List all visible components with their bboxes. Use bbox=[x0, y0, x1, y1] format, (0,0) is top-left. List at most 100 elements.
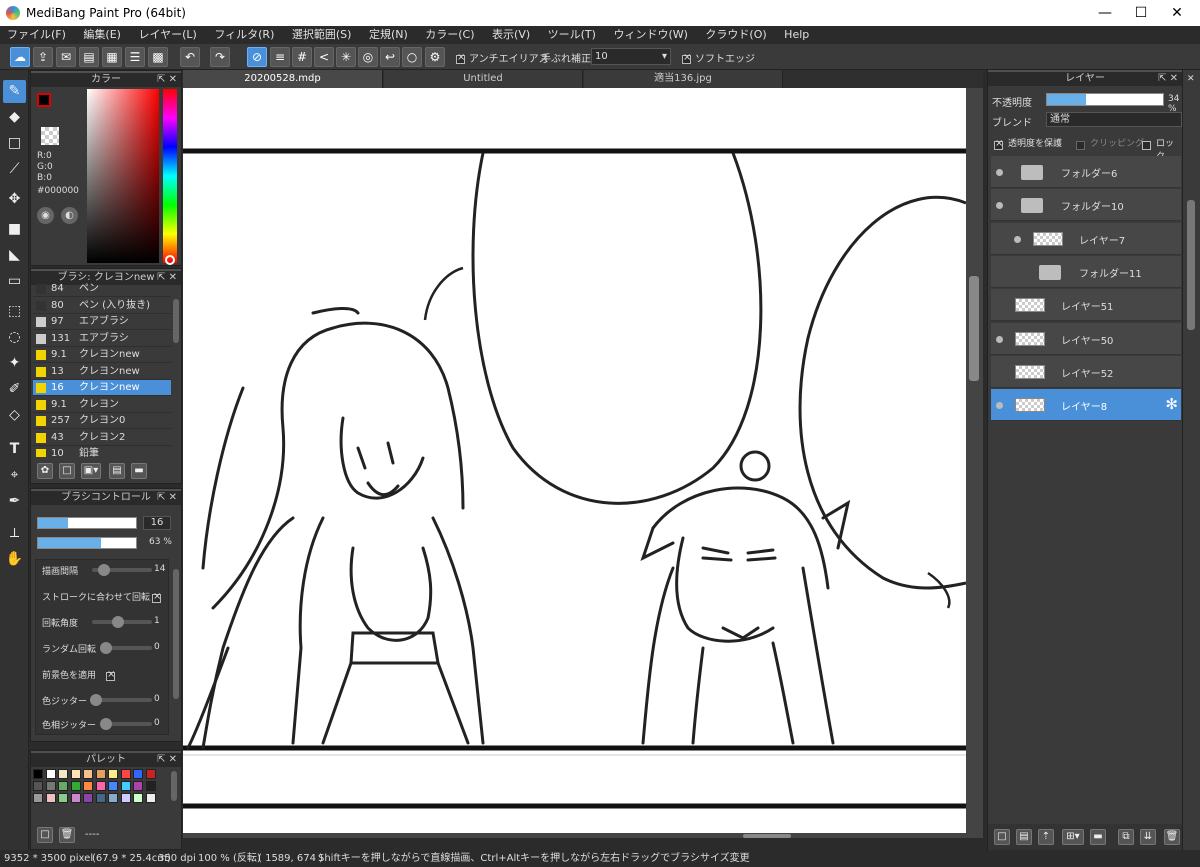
menu-select[interactable]: 選択範囲(S) bbox=[285, 26, 359, 44]
palette-swatch[interactable] bbox=[83, 769, 93, 779]
brush-item[interactable]: 10 鉛筆 bbox=[33, 446, 171, 457]
color-sv-picker[interactable] bbox=[87, 89, 159, 263]
color-settings-icon[interactable]: ◐ bbox=[61, 207, 78, 224]
layer-row[interactable]: レイヤー52 bbox=[991, 355, 1181, 388]
visibility-eye-icon[interactable] bbox=[1014, 235, 1021, 243]
hand-tool-icon[interactable]: ✋ bbox=[3, 548, 26, 571]
brush-size-value[interactable]: 16 bbox=[143, 516, 171, 530]
new-folder-icon[interactable]: ▬ bbox=[1090, 829, 1106, 845]
tab-document-1[interactable]: 20200528.mdp bbox=[183, 70, 383, 88]
palette-swatch[interactable] bbox=[133, 793, 143, 803]
lock-checkbox[interactable] bbox=[1142, 138, 1151, 151]
brush-scrollbar[interactable] bbox=[173, 299, 179, 343]
palette-swatch[interactable] bbox=[70, 781, 81, 791]
text-tool-icon[interactable]: T bbox=[3, 438, 26, 461]
visibility-eye-icon[interactable] bbox=[996, 402, 1003, 410]
palette-delete-icon[interactable]: 🗑 bbox=[59, 827, 75, 843]
move-tool-icon[interactable]: ✥ bbox=[3, 188, 26, 211]
layer-add-menu-icon[interactable]: ⊞▾ bbox=[1062, 829, 1084, 845]
menu-edit[interactable]: 編集(E) bbox=[76, 26, 128, 44]
brush-item[interactable]: 97 エアブラシ bbox=[33, 314, 171, 330]
palette-swatch[interactable] bbox=[83, 781, 93, 791]
vertical-scrollbar-thumb[interactable] bbox=[969, 276, 979, 381]
brush-item[interactable]: 80 ペン (入り抜き) bbox=[33, 298, 171, 314]
hue-slider[interactable] bbox=[163, 89, 177, 263]
palette-swatch[interactable] bbox=[133, 781, 143, 791]
concentric-snap-icon[interactable]: ◎ bbox=[358, 47, 378, 67]
select-pen-icon[interactable]: ✐ bbox=[3, 378, 26, 401]
fg-color-checkbox[interactable] bbox=[106, 669, 115, 682]
snap-settings-icon[interactable]: ⚙ bbox=[425, 47, 445, 67]
palette-swatch[interactable] bbox=[145, 769, 156, 779]
brush-opacity-bar[interactable] bbox=[37, 537, 137, 549]
brush-item[interactable]: 9.1 クレヨンnew bbox=[33, 347, 171, 363]
layer-folder-row[interactable]: フォルダー10 bbox=[991, 189, 1181, 222]
drawing-canvas[interactable] bbox=[183, 88, 983, 838]
eraser-tool-icon[interactable]: ◆ bbox=[3, 106, 26, 129]
palette-swatch[interactable] bbox=[58, 793, 68, 803]
brush-item[interactable]: 16クレヨンnew✻ bbox=[33, 380, 171, 396]
brush-item[interactable]: 13 クレヨンnew bbox=[33, 364, 171, 380]
chat-icon[interactable]: ✉ bbox=[56, 47, 76, 67]
redo-icon[interactable]: ↷ bbox=[210, 47, 230, 67]
panel-close-icon[interactable]: ⇱ ✕ bbox=[157, 491, 177, 505]
bucket-tool-icon[interactable]: ◣ bbox=[3, 244, 26, 267]
palette-swatch[interactable] bbox=[45, 793, 56, 803]
palette-swatch[interactable] bbox=[70, 769, 81, 779]
eyedropper-icon[interactable]: ⟂ bbox=[3, 522, 26, 545]
palette-scrollbar[interactable] bbox=[171, 771, 177, 801]
foreground-color-swatch[interactable] bbox=[37, 93, 51, 107]
brush-item[interactable]: 131 エアブラシ bbox=[33, 331, 171, 347]
palette-swatch[interactable] bbox=[95, 781, 106, 791]
panel-close-icon[interactable]: ✕ bbox=[1187, 74, 1195, 84]
menu-file[interactable]: ファイル(F) bbox=[0, 26, 73, 44]
palette-swatch[interactable] bbox=[95, 769, 106, 779]
magic-wand-icon[interactable]: ✦ bbox=[3, 352, 26, 375]
softedge-checkbox[interactable] bbox=[682, 52, 691, 65]
palette-swatch[interactable] bbox=[108, 793, 118, 803]
visibility-eye-icon[interactable] bbox=[996, 202, 1003, 210]
radial-snap-icon[interactable]: ✳ bbox=[336, 47, 356, 67]
blur-tool-icon[interactable]: ✒ bbox=[3, 490, 26, 513]
palette-swatch[interactable] bbox=[33, 793, 43, 803]
menu-window[interactable]: ウィンドウ(W) bbox=[606, 26, 694, 44]
hue-knob[interactable] bbox=[165, 255, 175, 265]
palette-swatch[interactable] bbox=[145, 793, 156, 803]
color-wheel-icon[interactable]: ◉ bbox=[37, 207, 54, 224]
new-layer-icon[interactable]: □ bbox=[994, 829, 1010, 845]
grid-manage-icon[interactable]: ▩ bbox=[148, 47, 168, 67]
menu-cloud[interactable]: クラウド(O) bbox=[698, 26, 773, 44]
close-button[interactable]: ✕ bbox=[1154, 0, 1200, 26]
delete-layer-icon[interactable]: 🗑 bbox=[1164, 829, 1180, 845]
brush-new-icon[interactable]: □ bbox=[59, 463, 75, 479]
layer-row[interactable]: レイヤー51 bbox=[991, 289, 1181, 322]
horizontal-scrollbar-thumb[interactable] bbox=[743, 834, 791, 838]
clipping-checkbox[interactable] bbox=[1076, 138, 1085, 151]
panel-close-icon[interactable]: ⇱ ✕ bbox=[1158, 72, 1178, 86]
palette-swatch[interactable] bbox=[120, 793, 131, 803]
tab-document-2[interactable]: Untitled bbox=[384, 70, 583, 88]
gear-icon[interactable]: ✻ bbox=[1165, 395, 1178, 413]
select-tool-icon[interactable]: ⬚ bbox=[3, 300, 26, 323]
palette-swatch[interactable] bbox=[45, 769, 56, 779]
jitter-slider[interactable] bbox=[90, 694, 152, 706]
perspective-snap-icon[interactable]: < bbox=[314, 47, 334, 67]
random-rot-slider[interactable] bbox=[100, 642, 152, 654]
brush-item[interactable]: 84 ペン bbox=[33, 281, 171, 297]
document-icon[interactable]: ▦ bbox=[102, 47, 122, 67]
angle-slider[interactable] bbox=[92, 616, 152, 628]
palette-swatch[interactable] bbox=[120, 769, 131, 779]
panel-close-icon[interactable]: ⇱ ✕ bbox=[157, 753, 177, 767]
brush-item[interactable]: 257 クレヨン0 bbox=[33, 413, 171, 429]
menu-ruler[interactable]: 定規(N) bbox=[362, 26, 415, 44]
brush-item[interactable]: 9.1 クレヨン bbox=[33, 397, 171, 413]
palette-swatch[interactable] bbox=[83, 793, 93, 803]
select-eraser-icon[interactable]: ◇ bbox=[3, 404, 26, 427]
parallel-snap-icon[interactable]: ≡ bbox=[270, 47, 290, 67]
menu-filter[interactable]: フィルタ(R) bbox=[207, 26, 281, 44]
visibility-eye-icon[interactable] bbox=[996, 169, 1003, 176]
lasso-tool-icon[interactable]: ◌ bbox=[3, 326, 26, 349]
snap-off-icon[interactable]: ⊘ bbox=[247, 47, 267, 67]
layer-row[interactable]: レイヤー50 bbox=[991, 322, 1181, 355]
protect-alpha-checkbox[interactable] bbox=[994, 138, 1003, 151]
